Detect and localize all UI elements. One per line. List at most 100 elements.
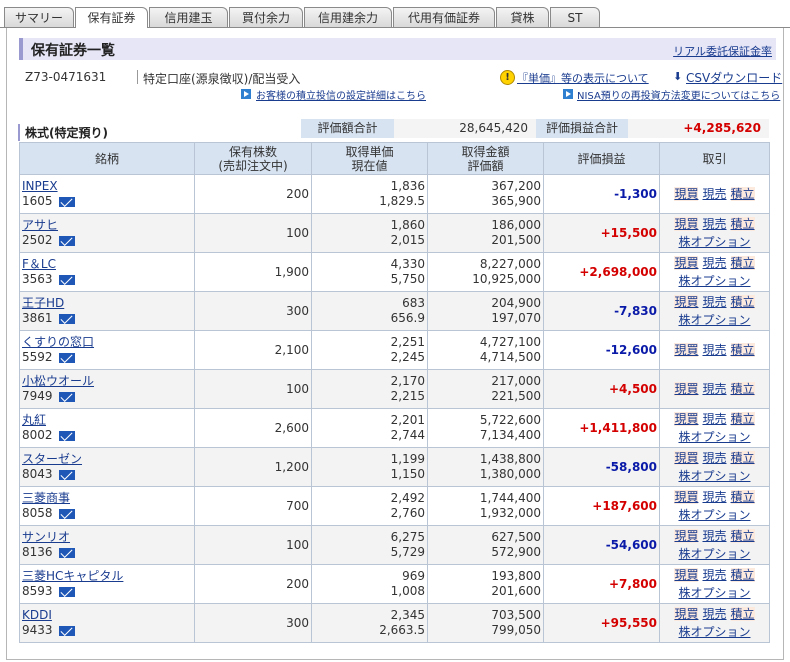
mail-icon[interactable] (58, 313, 75, 324)
mail-icon[interactable] (58, 391, 75, 402)
cash-buy-link[interactable]: 現買 (674, 217, 699, 231)
stock-option-link[interactable]: 株オプション (664, 428, 765, 446)
stock-option-link[interactable]: 株オプション (664, 233, 765, 251)
mail-icon[interactable] (58, 196, 75, 207)
tab-buying-power[interactable]: 買付余力 (229, 7, 303, 27)
cash-sell-link[interactable]: 現売 (702, 187, 726, 201)
stock-cell: 小松ウオール 7949 (19, 369, 195, 409)
unit-price-cell: 1,199 1,150 (311, 447, 428, 487)
tab-collateral[interactable]: 代用有価証券 (393, 7, 495, 27)
accumulate-link[interactable]: 積立 (730, 607, 755, 621)
accumulate-link[interactable]: 積立 (730, 382, 755, 396)
stock-option-link[interactable]: 株オプション (664, 584, 765, 602)
cash-buy-link[interactable]: 現買 (674, 529, 699, 543)
stock-code: 1605 (22, 194, 192, 209)
cash-buy-link[interactable]: 現買 (674, 187, 699, 201)
table-row: INPEX 1605 200 1,836 1,829.5 367,200 365,900 -1… (19, 174, 770, 214)
cost-unit-price: 1,836 (390, 179, 425, 193)
accumulate-link[interactable]: 積立 (730, 256, 755, 270)
accumulate-link[interactable]: 積立 (730, 451, 755, 465)
mail-icon[interactable] (58, 274, 75, 285)
amount-cell: 217,000 221,500 (427, 369, 544, 409)
mail-icon[interactable] (58, 352, 75, 363)
accumulate-link[interactable]: 積立 (730, 568, 755, 582)
market-value: 201,500 (491, 233, 541, 247)
reinvest-settings-link[interactable]: お客様の積立投信の設定詳細はこちら (256, 87, 426, 102)
mail-icon[interactable] (58, 586, 75, 597)
mail-icon[interactable] (58, 508, 75, 519)
stock-name-link[interactable]: F＆LC (22, 257, 192, 272)
stock-name-link[interactable]: スターゼン (22, 452, 192, 467)
margin-ratio-link[interactable]: リアル委託保証金率 (673, 43, 772, 59)
cash-buy-link[interactable]: 現買 (674, 451, 699, 465)
cash-sell-link[interactable]: 現売 (702, 568, 726, 582)
cash-sell-link[interactable]: 現売 (702, 295, 726, 309)
tab-st[interactable]: ST (550, 7, 600, 27)
cash-sell-link[interactable]: 現売 (702, 343, 726, 357)
mail-icon[interactable] (58, 430, 75, 441)
cash-sell-link[interactable]: 現売 (702, 607, 726, 621)
stock-name-link[interactable]: INPEX (22, 179, 192, 194)
tab-margin-positions[interactable]: 信用建玉 (149, 7, 228, 27)
stock-name-link[interactable]: 王子HD (22, 296, 192, 311)
tab-margin-power[interactable]: 信用建余力 (304, 7, 392, 27)
stock-option-link[interactable]: 株オプション (664, 311, 765, 329)
qty-cell: 2,100 (194, 330, 312, 370)
accumulate-link[interactable]: 積立 (730, 187, 755, 201)
mail-icon[interactable] (58, 547, 75, 558)
cash-buy-link[interactable]: 現買 (674, 568, 699, 582)
stock-option-link[interactable]: 株オプション (664, 545, 765, 563)
cash-sell-link[interactable]: 現売 (702, 529, 726, 543)
nisa-reinvest-link[interactable]: NISA預りの再投資方法変更についてはこちら (577, 87, 780, 102)
cash-sell-link[interactable]: 現売 (702, 382, 726, 396)
cost-unit-price: 1,860 (390, 218, 425, 232)
cash-buy-link[interactable]: 現買 (674, 490, 699, 504)
stock-option-link[interactable]: 株オプション (664, 623, 765, 641)
cost-amount: 204,900 (491, 296, 541, 310)
accumulate-link[interactable]: 積立 (730, 343, 755, 357)
mail-icon[interactable] (58, 235, 75, 246)
cash-sell-link[interactable]: 現売 (702, 451, 726, 465)
stock-option-link[interactable]: 株オプション (664, 467, 765, 485)
accumulate-link[interactable]: 積立 (730, 217, 755, 231)
stock-name-link[interactable]: 三菱商事 (22, 491, 192, 506)
trade-cell: 現買 現売 積立株オプション (659, 603, 770, 643)
amount-cell: 204,900 197,070 (427, 291, 544, 331)
cash-buy-link[interactable]: 現買 (674, 382, 699, 396)
title-bar: 保有証券一覧 リアル委託保証金率 (19, 38, 776, 60)
stock-option-link[interactable]: 株オプション (664, 506, 765, 524)
csv-download-link[interactable]: CSVダウンロード (686, 69, 782, 86)
stock-name-link[interactable]: 三菱HCキャピタル (22, 569, 192, 584)
stock-code: 5592 (22, 350, 192, 365)
cash-buy-link[interactable]: 現買 (674, 607, 699, 621)
cash-sell-link[interactable]: 現売 (702, 256, 726, 270)
tab-holdings[interactable]: 保有証券 (75, 7, 148, 28)
accumulate-link[interactable]: 積立 (730, 529, 755, 543)
pnl-cell: -1,300 (543, 174, 660, 214)
stock-name-link[interactable]: サンリオ (22, 530, 192, 545)
unit-price-info-link[interactable]: 『単価』等の表示について (517, 70, 649, 86)
cash-buy-link[interactable]: 現買 (674, 412, 699, 426)
accumulate-link[interactable]: 積立 (730, 295, 755, 309)
mail-icon[interactable] (58, 469, 75, 480)
stock-name-link[interactable]: KDDI (22, 608, 192, 623)
mail-icon[interactable] (58, 625, 75, 636)
stock-name-link[interactable]: 丸紅 (22, 413, 192, 428)
cash-sell-link[interactable]: 現売 (702, 490, 726, 504)
amount-cell: 193,800 201,600 (427, 564, 544, 604)
stock-option-link[interactable]: 株オプション (664, 272, 765, 290)
accumulate-link[interactable]: 積立 (730, 412, 755, 426)
cash-sell-link[interactable]: 現売 (702, 217, 726, 231)
tab-stock-lending[interactable]: 貸株 (496, 7, 549, 27)
cash-sell-link[interactable]: 現売 (702, 412, 726, 426)
cash-buy-link[interactable]: 現買 (674, 343, 699, 357)
cash-buy-link[interactable]: 現買 (674, 256, 699, 270)
stock-name-link[interactable]: くすりの窓口 (22, 335, 192, 350)
stock-name-link[interactable]: アサヒ (22, 218, 192, 233)
accumulate-link[interactable]: 積立 (730, 490, 755, 504)
unit-price-cell: 2,492 2,760 (311, 486, 428, 526)
cash-buy-link[interactable]: 現買 (674, 295, 699, 309)
tab-summary[interactable]: サマリー (4, 7, 74, 27)
pnl-cell: +95,550 (543, 603, 660, 643)
stock-name-link[interactable]: 小松ウオール (22, 374, 192, 389)
